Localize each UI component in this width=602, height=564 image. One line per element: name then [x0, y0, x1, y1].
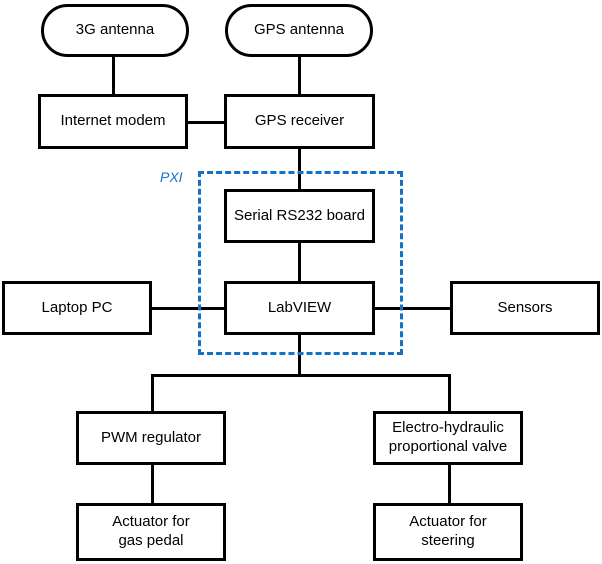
connector-branch-to-valve: [448, 374, 451, 413]
node-actuator-gas-pedal[interactable]: Actuator for gas pedal: [76, 503, 226, 561]
node-sensors-label: Sensors: [497, 298, 553, 316]
node-actuator-steering[interactable]: Actuator for steering: [373, 503, 523, 561]
node-sensors[interactable]: Sensors: [450, 281, 600, 335]
node-serial-rs232-board[interactable]: Serial RS232 board: [224, 189, 375, 243]
node-gps-receiver-label: GPS receiver: [254, 112, 345, 130]
connector-antenna3g-to-modem: [112, 54, 115, 96]
node-actuator-steering-label: Actuator for steering: [409, 513, 487, 549]
connector-modem-to-gpsreceiver: [186, 121, 226, 124]
connector-pwm-to-actuator-gas: [151, 463, 154, 505]
node-labview[interactable]: LabVIEW: [224, 281, 375, 335]
node-serial-rs232-board-label: Serial RS232 board: [234, 206, 365, 224]
connector-valve-to-actuator-steering: [448, 463, 451, 505]
node-pwm-regulator[interactable]: PWM regulator: [76, 411, 226, 465]
connector-gpsantenna-to-gpsreceiver: [298, 54, 301, 96]
group-pxi-label: PXI: [160, 169, 183, 185]
node-internet-modem-label: Internet modem: [60, 112, 166, 130]
node-labview-label: LabVIEW: [267, 298, 332, 316]
node-laptop-pc-label: Laptop PC: [41, 298, 113, 316]
node-gps-antenna[interactable]: GPS antenna: [225, 4, 373, 57]
node-3g-antenna[interactable]: 3G antenna: [41, 4, 189, 57]
node-electro-hydraulic-valve-label: Electro-hydraulic proportional valve: [388, 419, 508, 455]
connector-branch-bar: [151, 374, 451, 377]
node-3g-antenna-label: 3G antenna: [75, 21, 155, 39]
node-actuator-gas-pedal-label: Actuator for gas pedal: [112, 513, 190, 549]
node-laptop-pc[interactable]: Laptop PC: [2, 281, 152, 335]
connector-branch-to-pwm: [151, 374, 154, 413]
node-gps-receiver[interactable]: GPS receiver: [224, 94, 375, 149]
node-internet-modem[interactable]: Internet modem: [38, 94, 188, 149]
node-gps-antenna-label: GPS antenna: [253, 21, 345, 39]
node-electro-hydraulic-valve[interactable]: Electro-hydraulic proportional valve: [373, 411, 523, 465]
node-pwm-regulator-label: PWM regulator: [100, 428, 202, 446]
block-diagram: PXI 3G antenna GPS antenna Internet mode…: [0, 0, 602, 564]
